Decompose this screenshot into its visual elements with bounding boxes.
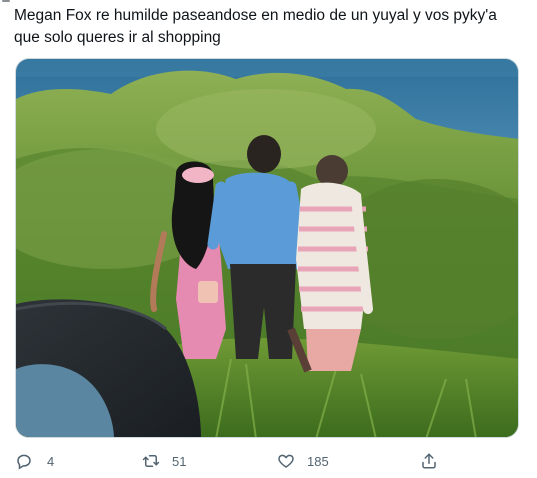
photo-scene — [16, 59, 518, 437]
share-button[interactable] — [420, 448, 438, 474]
tweet: Megan Fox re humilde paseandose en medio… — [0, 0, 537, 478]
tweet-text: Megan Fox re humilde paseandose en medio… — [14, 7, 502, 46]
like-button[interactable]: 185 — [277, 448, 329, 474]
like-count: 185 — [307, 453, 329, 469]
reply-button[interactable]: 4 — [15, 448, 54, 474]
previous-content-fragment — [0, 0, 14, 3]
heart-icon — [277, 452, 295, 470]
reply-count: 4 — [47, 453, 55, 469]
retweet-count: 51 — [172, 453, 187, 469]
reply-icon — [15, 452, 33, 470]
retweet-button[interactable]: 51 — [142, 448, 186, 474]
share-icon — [420, 452, 438, 470]
tweet-actions: 4 51 185 — [0, 448, 537, 474]
tweet-photo[interactable] — [15, 58, 519, 438]
retweet-icon — [142, 452, 160, 470]
